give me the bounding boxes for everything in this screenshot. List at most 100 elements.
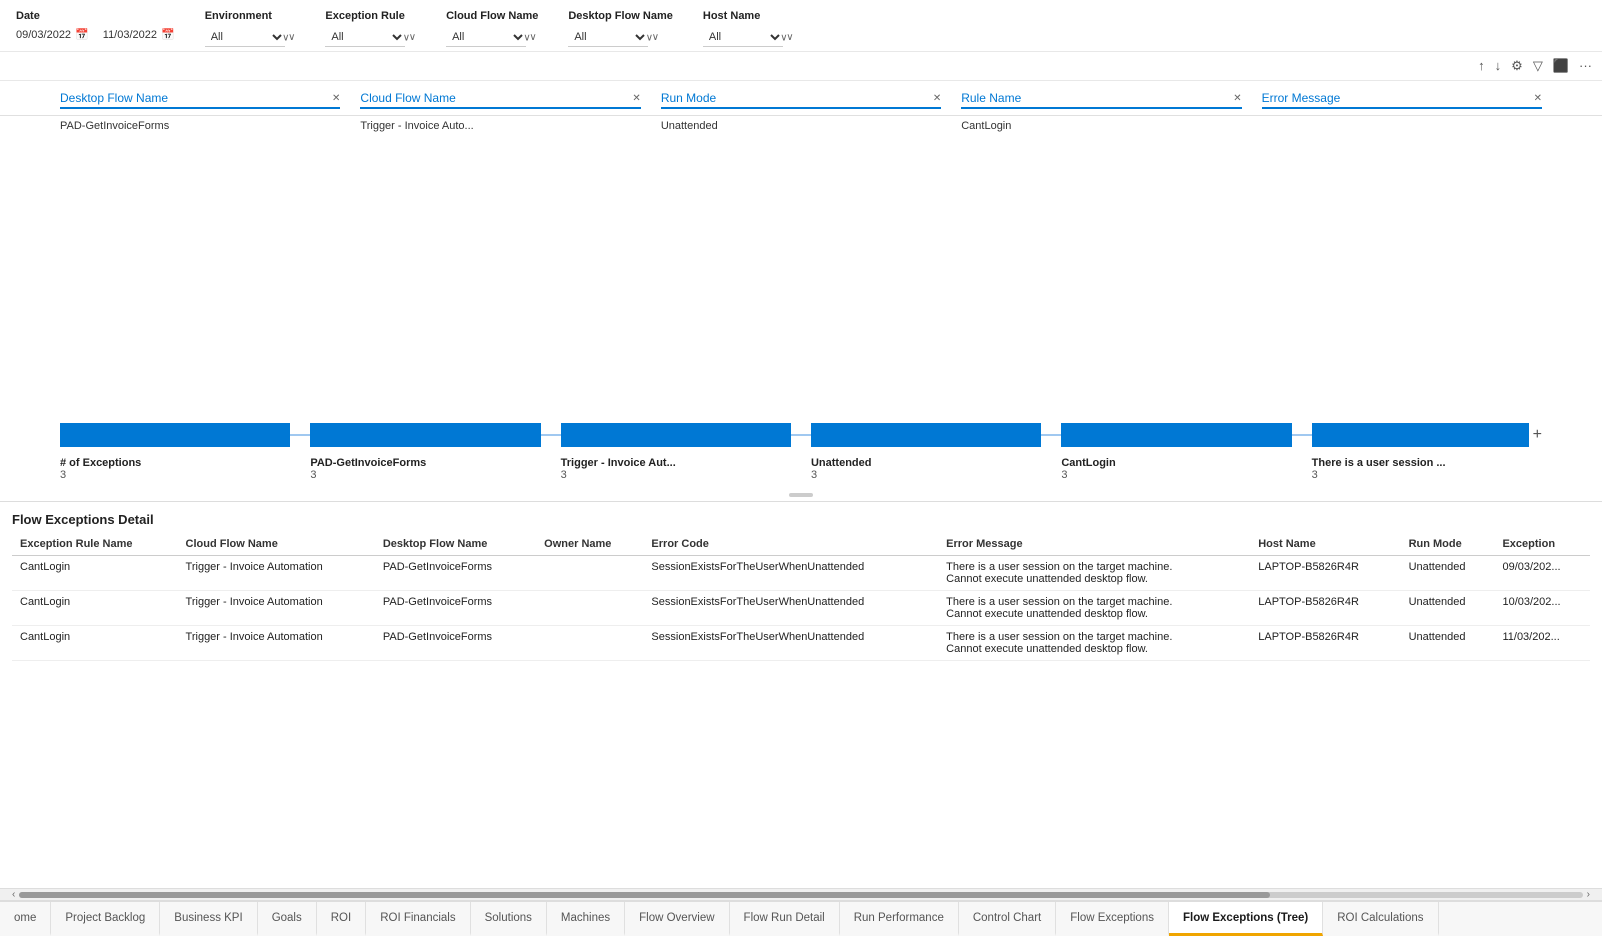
tab-home[interactable]: ome (0, 902, 51, 936)
sankey-node-cantlogin (1061, 423, 1291, 447)
toolbar: ↑ ↓ ⚙ ▽ ⬛ ··· (0, 52, 1602, 81)
cell-exception-3: 11/03/202... (1494, 626, 1590, 661)
sankey-count-cloud: 3 (561, 469, 791, 481)
sankey-col-run-mode[interactable]: Run Mode ✕ (661, 91, 941, 109)
scroll-right-arrow[interactable]: › (1583, 889, 1594, 900)
tab-roi-calculations-label: ROI Calculations (1337, 912, 1423, 924)
sankey-count-desktop: 3 (310, 469, 540, 481)
horizontal-scrollbar[interactable]: ‹ › (0, 888, 1602, 900)
tab-run-performance-label: Run Performance (854, 912, 944, 924)
sankey-node-unattended (811, 423, 1041, 447)
cloud-flow-select[interactable]: All (446, 28, 526, 47)
sankey-node-cloud (561, 423, 791, 447)
sankey-subvalues: PAD-GetInvoiceForms Trigger - Invoice Au… (0, 116, 1602, 140)
tab-business-kpi[interactable]: Business KPI (160, 902, 257, 936)
sankey-subval-rule: CantLogin (961, 120, 1241, 132)
sankey-node-error: + (1312, 423, 1542, 447)
tab-machines[interactable]: Machines (547, 902, 625, 936)
sankey-label-error: There is a user session ... 3 (1312, 457, 1542, 481)
sankey-col-desktop-flow[interactable]: Desktop Flow Name ✕ (60, 91, 340, 109)
sankey-count-exceptions: 3 (60, 469, 290, 481)
tab-solutions[interactable]: Solutions (471, 902, 547, 936)
tab-control-chart[interactable]: Control Chart (959, 902, 1056, 936)
sankey-subval-error (1262, 120, 1542, 132)
col-error-code: Error Code (643, 533, 938, 556)
tab-roi[interactable]: ROI (317, 902, 366, 936)
tab-flow-exceptions[interactable]: Flow Exceptions (1056, 902, 1169, 936)
exception-rule-select-wrap: All ∨ (325, 28, 416, 47)
exception-rule-value-group: All ∨ (325, 28, 416, 47)
sankey-count-error: 3 (1312, 469, 1542, 481)
tab-flow-exceptions-tree[interactable]: Flow Exceptions (Tree) (1169, 902, 1323, 936)
sankey-label-cantlogin: CantLogin 3 (1061, 457, 1291, 481)
sankey-col-desktop-flow-label: Desktop Flow Name (60, 91, 168, 105)
desktop-flow-value-group: All ∨ (568, 28, 673, 47)
cell-exception-2: 10/03/202... (1494, 591, 1590, 626)
tab-project-backlog-label: Project Backlog (65, 912, 145, 924)
col-host-name: Host Name (1250, 533, 1400, 556)
cell-run-mode-2: Unattended (1401, 591, 1495, 626)
sort-desc-icon[interactable]: ↓ (1493, 56, 1504, 76)
tab-run-performance[interactable]: Run Performance (840, 902, 959, 936)
detail-table-body: CantLogin Trigger - Invoice Automation P… (12, 556, 1590, 661)
cell-desktop-flow-3: PAD-GetInvoiceForms (375, 626, 536, 661)
host-name-filter: Host Name All ∨ (703, 10, 794, 47)
col-cloud-flow-name: Cloud Flow Name (178, 533, 375, 556)
sankey-col-run-mode-close[interactable]: ✕ (933, 93, 941, 104)
tab-flow-run-detail[interactable]: Flow Run Detail (730, 902, 840, 936)
cell-cloud-flow-1: Trigger - Invoice Automation (178, 556, 375, 591)
calendar-to-icon[interactable]: 📅 (161, 28, 175, 41)
tab-flow-exceptions-label: Flow Exceptions (1070, 912, 1154, 924)
cell-host-1: LAPTOP-B5826R4R (1250, 556, 1400, 591)
environment-filter: Environment All ∨ (205, 10, 296, 47)
sankey-col-rule-name-close[interactable]: ✕ (1233, 93, 1241, 104)
sankey-col-desktop-flow-close[interactable]: ✕ (332, 93, 340, 104)
detail-table: Exception Rule Name Cloud Flow Name Desk… (12, 533, 1590, 661)
more-icon[interactable]: ··· (1577, 56, 1594, 76)
sankey-connector-5 (1292, 434, 1312, 436)
environment-select[interactable]: All (205, 28, 285, 47)
divider-handle[interactable] (789, 493, 813, 497)
hierarchy-icon[interactable]: ⚙ (1509, 56, 1525, 76)
sankey-col-error-message-close[interactable]: ✕ (1534, 93, 1542, 104)
tab-roi-calculations[interactable]: ROI Calculations (1323, 902, 1438, 936)
tab-flow-overview[interactable]: Flow Overview (625, 902, 729, 936)
col-error-message: Error Message (938, 533, 1250, 556)
sankey-col-rule-name[interactable]: Rule Name ✕ (961, 91, 1241, 109)
scroll-left-arrow[interactable]: ‹ (8, 889, 19, 900)
scroll-thumb[interactable] (19, 892, 1270, 898)
sankey-label-unattended-text: Unattended (811, 457, 1041, 469)
sankey-col-cloud-flow[interactable]: Cloud Flow Name ✕ (360, 91, 640, 109)
sankey-bar-desktop (310, 423, 540, 447)
tab-flow-exceptions-tree-label: Flow Exceptions (Tree) (1183, 912, 1308, 924)
sankey-count-cantlogin: 3 (1061, 469, 1291, 481)
sankey-connector-4 (1041, 434, 1061, 436)
sankey-col-error-message[interactable]: Error Message ✕ (1262, 91, 1542, 109)
main-container: Date 09/03/2022 📅 11/03/2022 📅 Environme… (0, 0, 1602, 936)
export-icon[interactable]: ⬛ (1551, 56, 1571, 76)
desktop-flow-select[interactable]: All (568, 28, 648, 47)
date-value-group: 09/03/2022 📅 11/03/2022 📅 (16, 28, 175, 41)
scroll-track[interactable] (19, 892, 1582, 898)
tab-roi-financials[interactable]: ROI Financials (366, 902, 470, 936)
add-node-icon[interactable]: + (1533, 426, 1542, 444)
sort-asc-icon[interactable]: ↑ (1476, 56, 1487, 76)
desktop-flow-chevron: ∨ (652, 32, 659, 43)
tab-project-backlog[interactable]: Project Backlog (51, 902, 160, 936)
sankey-label-desktop-text: PAD-GetInvoiceForms (310, 457, 540, 469)
filter-icon[interactable]: ▽ (1531, 56, 1545, 76)
tab-business-kpi-label: Business KPI (174, 912, 242, 924)
environment-select-wrap: All ∨ (205, 28, 296, 47)
host-name-select[interactable]: All (703, 28, 783, 47)
tab-goals[interactable]: Goals (258, 902, 317, 936)
exception-rule-select[interactable]: All (325, 28, 405, 47)
cell-owner-3 (536, 626, 643, 661)
table-row: CantLogin Trigger - Invoice Automation P… (12, 556, 1590, 591)
calendar-from-icon[interactable]: 📅 (75, 28, 89, 41)
tab-machines-label: Machines (561, 912, 610, 924)
tab-home-label: ome (14, 912, 36, 924)
sankey-headers: Desktop Flow Name ✕ Cloud Flow Name ✕ Ru… (0, 81, 1602, 116)
col-exception: Exception (1494, 533, 1590, 556)
sankey-col-cloud-flow-close[interactable]: ✕ (632, 93, 640, 104)
sankey-label-desktop: PAD-GetInvoiceForms 3 (310, 457, 540, 481)
